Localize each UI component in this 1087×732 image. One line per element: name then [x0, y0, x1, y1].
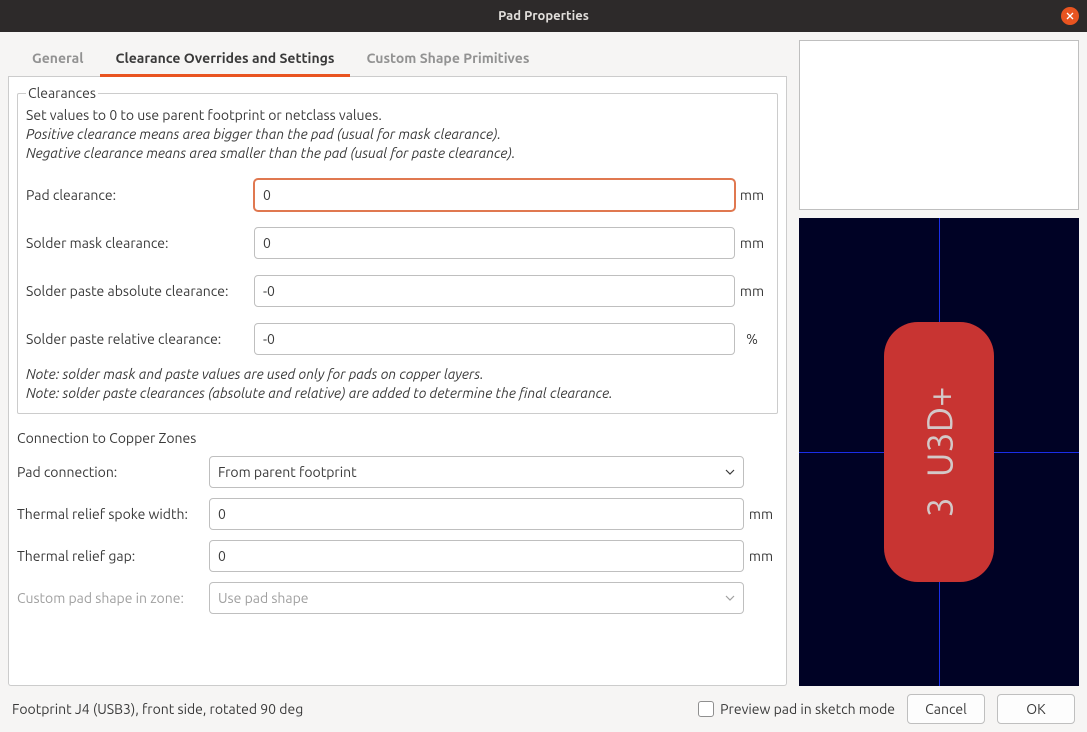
- pad-clearance-input[interactable]: [254, 179, 735, 211]
- cancel-button[interactable]: Cancel: [907, 694, 985, 724]
- relief-gap-unit: mm: [744, 548, 778, 564]
- pad-connection-label: Pad connection:: [17, 464, 209, 480]
- clearances-legend: Clearances: [26, 85, 98, 101]
- solder-mask-input[interactable]: [254, 227, 735, 259]
- preview-layers-panel: [799, 40, 1079, 210]
- spoke-width-label: Thermal relief spoke width:: [17, 506, 209, 522]
- window-title: Pad Properties: [498, 9, 589, 23]
- copper-zones-section: Connection to Copper Zones Pad connectio…: [17, 430, 778, 614]
- tab-clearance[interactable]: Clearance Overrides and Settings: [100, 40, 351, 77]
- pad-connection-value: From parent footprint: [218, 464, 357, 480]
- pad-connection-select[interactable]: From parent footprint: [209, 456, 744, 488]
- solder-paste-rel-unit: %: [735, 331, 769, 347]
- clearances-group: Clearances Set values to 0 to use parent…: [17, 85, 778, 414]
- close-button[interactable]: [1061, 7, 1079, 25]
- sketch-mode-label: Preview pad in sketch mode: [720, 701, 895, 717]
- solder-paste-abs-unit: mm: [735, 283, 769, 299]
- solder-paste-rel-label: Solder paste relative clearance:: [26, 331, 254, 347]
- preview-pad-labels: 3 U3D+: [919, 387, 960, 518]
- sketch-mode-checkbox[interactable]: Preview pad in sketch mode: [698, 701, 895, 717]
- solder-mask-unit: mm: [735, 235, 769, 251]
- titlebar: Pad Properties: [0, 0, 1087, 32]
- spoke-width-unit: mm: [744, 506, 778, 522]
- copper-zones-title: Connection to Copper Zones: [17, 430, 778, 446]
- clearances-note-2: Note: solder paste clearances (absolute …: [26, 384, 769, 403]
- tab-custom-primitives[interactable]: Custom Shape Primitives: [350, 40, 545, 76]
- tab-bar: General Clearance Overrides and Settings…: [8, 40, 787, 77]
- custom-pad-shape-select: Use pad shape: [209, 582, 744, 614]
- chevron-down-icon: [725, 595, 735, 601]
- ok-button[interactable]: OK: [997, 694, 1075, 724]
- preview-canvas[interactable]: 3 U3D+: [799, 218, 1079, 686]
- relief-gap-label: Thermal relief gap:: [17, 548, 209, 564]
- pad-clearance-unit: mm: [735, 187, 769, 203]
- close-icon: [1066, 12, 1074, 20]
- solder-paste-rel-input[interactable]: [254, 323, 735, 355]
- pad-clearance-label: Pad clearance:: [26, 187, 254, 203]
- preview-net-name: U3D+: [919, 387, 960, 478]
- solder-mask-label: Solder mask clearance:: [26, 235, 254, 251]
- tab-content: Clearances Set values to 0 to use parent…: [8, 77, 787, 686]
- checkbox-box: [698, 701, 714, 717]
- preview-pad-number: 3: [919, 497, 960, 517]
- spoke-width-input[interactable]: [209, 498, 744, 530]
- footprint-status: Footprint J4 (USB3), front side, rotated…: [12, 701, 303, 717]
- custom-pad-shape-label: Custom pad shape in zone:: [17, 590, 209, 606]
- solder-paste-abs-input[interactable]: [254, 275, 735, 307]
- clearances-intro: Set values to 0 to use parent footprint …: [26, 107, 769, 123]
- relief-gap-input[interactable]: [209, 540, 744, 572]
- custom-pad-shape-value: Use pad shape: [218, 590, 309, 606]
- clearances-note-1: Note: solder mask and paste values are u…: [26, 365, 769, 384]
- chevron-down-icon: [725, 469, 735, 475]
- tab-general[interactable]: General: [16, 40, 100, 76]
- clearances-negative-note: Negative clearance means area smaller th…: [26, 144, 769, 163]
- clearances-positive-note: Positive clearance means area bigger tha…: [26, 125, 769, 144]
- solder-paste-abs-label: Solder paste absolute clearance:: [26, 283, 254, 299]
